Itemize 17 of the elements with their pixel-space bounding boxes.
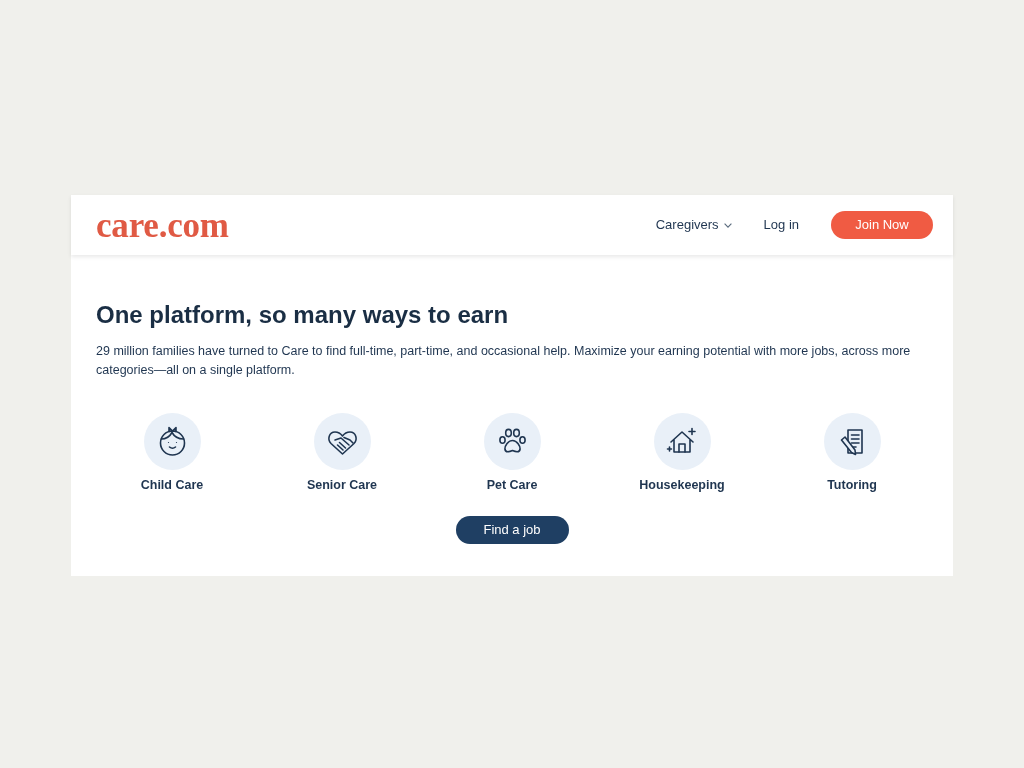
category-link[interactable]: Child Care — [140, 477, 204, 493]
category-link[interactable]: Pet Care — [486, 477, 538, 493]
logo[interactable]: care.com — [96, 207, 229, 243]
paw-icon[interactable] — [483, 413, 541, 470]
chevron-down-icon — [723, 222, 732, 228]
category-link[interactable]: Tutoring — [827, 477, 877, 493]
intro-paragraph: 29 million families have turned to Care to find full-time, part-time, and occasional help. Maximize your earning potential with more jobs, across more categories—all on a single platform. — [96, 343, 912, 379]
page-heading: One platform, so many ways to earn — [96, 300, 510, 330]
category-link[interactable]: Senior Care — [306, 477, 378, 493]
category-link[interactable]: Housekeeping — [639, 477, 725, 493]
document-pencil-icon[interactable] — [823, 413, 881, 470]
house-sparkle-icon[interactable] — [653, 413, 711, 470]
find-job-button[interactable]: Find a job — [455, 516, 569, 544]
caregivers-dropdown[interactable]: Caregivers — [655, 215, 732, 235]
log-in-link[interactable]: Log in — [763, 215, 799, 235]
heart-handshake-icon[interactable] — [313, 413, 371, 470]
child-face-icon[interactable] — [143, 413, 201, 470]
